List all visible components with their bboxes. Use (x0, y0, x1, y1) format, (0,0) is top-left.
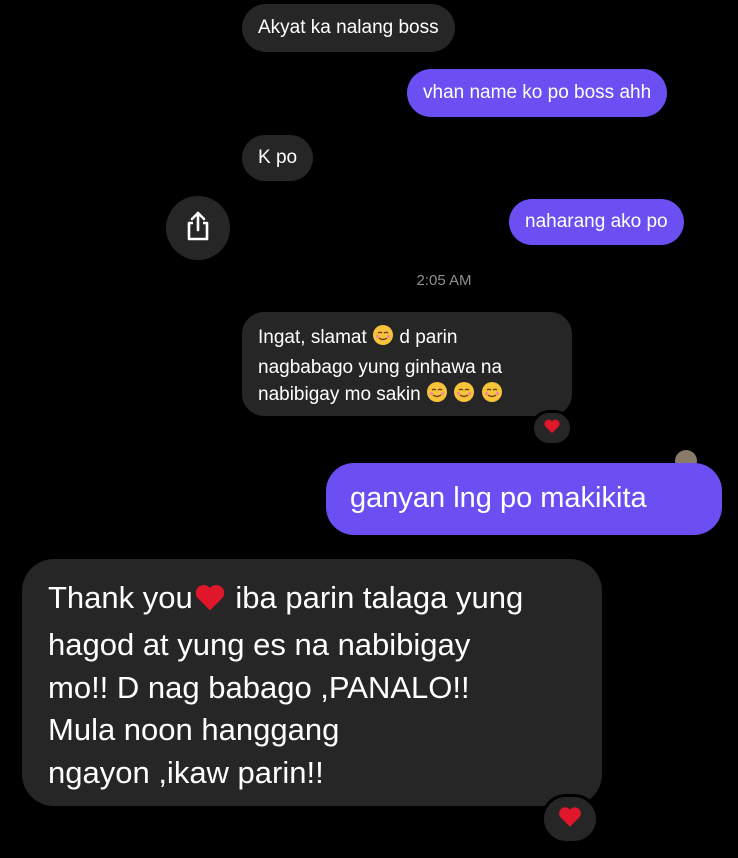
message-text: Akyat ka nalang boss (258, 16, 439, 38)
share-button[interactable] (166, 196, 230, 260)
message-line: ngayon ,ikaw parin!! (48, 755, 324, 791)
message-bubble-outgoing[interactable]: vhan name ko po boss ahh (407, 69, 668, 117)
message-text: d parin (399, 327, 458, 348)
relieved-face-emoji (426, 381, 448, 412)
message-bubble-incoming[interactable]: Akyat ka nalang boss (242, 4, 455, 52)
message-text: Thank you (48, 580, 193, 615)
message-line: Ingat, slamat d parin (258, 324, 556, 355)
heart-icon (543, 418, 561, 439)
message-line: Mula noon hanggang (48, 712, 340, 748)
relieved-face-emoji (453, 381, 475, 412)
message-reaction[interactable] (541, 794, 599, 844)
relieved-face-emoji (481, 381, 503, 412)
message-text: Ingat, slamat (258, 327, 367, 348)
message-text: ganyan lng po makikita (350, 482, 647, 515)
message-text: vhan name ko po boss ahh (423, 81, 652, 103)
message-line: hagod at yung es na nabibigay (48, 626, 471, 662)
message-line: Thank you iba parin talaga yung (48, 577, 576, 624)
message-bubble-outgoing[interactable]: ganyan lng po makikita (326, 463, 722, 535)
message-text: nabibigay mo sakin (258, 384, 421, 406)
message-bubble-outgoing[interactable]: naharang ako po (509, 199, 684, 245)
heart-icon (557, 805, 583, 833)
message-bubble-incoming[interactable]: K po (242, 135, 314, 181)
message-bubble-incoming[interactable]: Thank you iba parin talaga yung hagod at… (22, 559, 602, 806)
share-icon (185, 211, 211, 246)
message-timestamp: 2:05 AM (416, 272, 472, 289)
message-bubble-incoming[interactable]: Ingat, slamat d parin nagbabago yung gin… (242, 312, 572, 416)
message-reaction[interactable] (531, 410, 573, 446)
message-text: iba parin talaga yung (235, 580, 524, 615)
message-line: mo!! D nag babago ,PANALO!! (48, 669, 470, 705)
message-line: nagbabago yung ginhawa na (258, 356, 503, 378)
message-text: K po (258, 146, 298, 168)
heart-icon (193, 581, 227, 624)
message-line: nabibigay mo sakin (258, 381, 556, 412)
message-text: naharang ako po (525, 210, 668, 232)
relieved-face-emoji (372, 324, 394, 355)
